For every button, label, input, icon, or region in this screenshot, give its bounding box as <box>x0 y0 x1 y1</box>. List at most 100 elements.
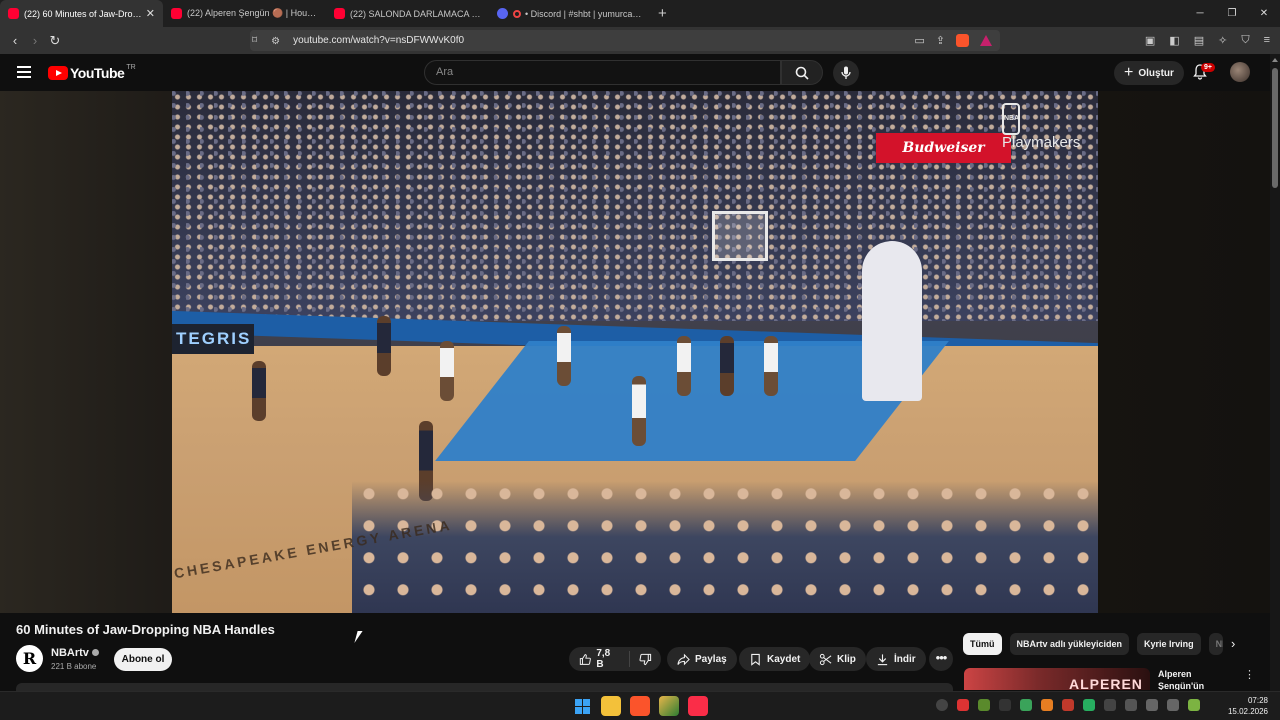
youtube-logo[interactable]: YouTube TR <box>48 64 136 81</box>
tab-title: (22) SALONDA DARLAMACA - YouTu <box>350 8 481 19</box>
menu-icon[interactable]: ≡ <box>1264 34 1270 47</box>
nba-logo-icon: NBA <box>1002 103 1020 135</box>
create-button[interactable]: + Oluştur <box>1114 61 1184 85</box>
share-button[interactable]: Paylaş <box>667 647 737 671</box>
bookmark-save-icon <box>751 653 760 666</box>
brave-rewards-icon[interactable] <box>980 35 992 46</box>
download-icon <box>877 653 888 665</box>
save-label: Kaydet <box>767 653 801 665</box>
extensions-icon[interactable]: ▤ <box>1194 34 1204 47</box>
volume-icon[interactable] <box>1167 699 1179 711</box>
restore-button[interactable]: ❐ <box>1216 0 1248 27</box>
scrollbar-thumb[interactable] <box>1272 68 1278 188</box>
subscriber-count: 221 B abone <box>51 662 97 671</box>
browser-tab-active[interactable]: (22) 60 Minutes of Jaw-Dropping ✕ <box>0 0 163 27</box>
video-player-area[interactable]: Budweiser NBA Playmakers TEGRIS CHESAPEA… <box>0 91 1280 613</box>
youtube-favicon-icon <box>334 8 345 19</box>
tray-app-icon[interactable] <box>1041 699 1053 711</box>
taskbar-clock[interactable]: 07:28 15.02.2026 <box>1226 695 1268 717</box>
wallet-icon[interactable]: ▣ <box>1145 34 1155 47</box>
player-figure <box>440 341 454 401</box>
brave-browser-icon[interactable] <box>630 696 650 716</box>
chip-kyrie-irving[interactable]: Kyrie Irving <box>1137 633 1201 655</box>
back-arrow-icon[interactable]: ‹ <box>5 33 25 48</box>
close-window-button[interactable]: ✕ <box>1248 0 1280 27</box>
microphone-icon <box>841 66 851 79</box>
browser-tab[interactable]: (22) SALONDA DARLAMACA - YouTu <box>326 0 489 27</box>
tray-app-icon[interactable] <box>999 699 1011 711</box>
clock-date: 15.02.2026 <box>1227 707 1268 716</box>
windows-start-icon[interactable] <box>572 696 592 716</box>
player-figure <box>252 361 266 421</box>
new-tab-button[interactable]: + <box>658 5 667 22</box>
tab-title: • Discord | #shbt | yumurcaklar <box>525 8 644 19</box>
chip-all[interactable]: Tümü <box>963 633 1002 655</box>
search-input[interactable]: Ara <box>424 60 781 85</box>
channel-name-text[interactable]: NBArtv <box>51 647 89 659</box>
url-text: youtube.com/watch?v=nsDFWWvK0f0 <box>293 35 465 46</box>
like-button[interactable]: 7,8 B <box>569 648 630 670</box>
more-actions-button[interactable]: ••• <box>929 647 953 671</box>
battery-icon[interactable] <box>1188 699 1200 711</box>
file-explorer-icon[interactable] <box>601 696 621 716</box>
channel-avatar[interactable]: R <box>16 645 43 672</box>
subscribe-button[interactable]: Abone ol <box>114 648 172 671</box>
tray-app-icon[interactable] <box>1104 699 1116 711</box>
description-box[interactable] <box>16 683 953 691</box>
account-avatar[interactable] <box>1230 62 1250 82</box>
tray-app-icon[interactable] <box>1083 699 1095 711</box>
tray-app-icon[interactable] <box>978 699 990 711</box>
suggested-video-thumbnail[interactable]: ALPEREN <box>964 668 1150 690</box>
dislike-button[interactable] <box>630 653 661 666</box>
forward-arrow-icon[interactable]: › <box>25 33 45 48</box>
browser-tab[interactable]: (22) Alperen Şengün 🟤 | Houston R <box>163 0 326 27</box>
vpn-shield-icon[interactable]: ⛉ <box>1241 34 1249 47</box>
sidebar-icon[interactable]: ◧ <box>1169 34 1179 47</box>
scroll-up-icon[interactable] <box>1272 58 1278 62</box>
player-figure <box>632 376 646 446</box>
chevron-right-icon[interactable]: › <box>1231 636 1235 651</box>
search-button[interactable] <box>781 60 823 85</box>
address-bar-row: ‹ › ↻ ⌑ ⚙ youtube.com/watch?v=nsDFWWvK0f… <box>0 27 1280 54</box>
verified-badge-icon <box>91 649 99 656</box>
like-count: 7,8 B <box>596 648 611 670</box>
browser-tab[interactable]: • Discord | #shbt | yumurcaklar <box>489 0 652 27</box>
url-field[interactable]: ⌑ ⚙ youtube.com/watch?v=nsDFWWvK0f0 ▭ ⇪ <box>250 30 1000 51</box>
microphone-tray-icon[interactable] <box>1125 699 1137 711</box>
chip-from-uploader[interactable]: NBArtv adlı yükleyiciden <box>1009 633 1130 655</box>
bookmark-icon[interactable]: ⌑ <box>252 35 257 46</box>
video-frame[interactable]: Budweiser NBA Playmakers TEGRIS CHESAPEA… <box>172 91 1098 613</box>
channel-name[interactable]: NBArtv <box>51 647 99 659</box>
tray-app-icon[interactable] <box>1062 699 1074 711</box>
create-label: Oluştur <box>1138 67 1174 79</box>
player-figure <box>764 336 778 396</box>
site-settings-icon[interactable]: ⚙ <box>271 36 281 47</box>
clock-time: 07:28 <box>1247 696 1268 705</box>
voice-search-button[interactable] <box>833 60 859 86</box>
music-app-icon[interactable] <box>688 696 708 716</box>
cast-icon[interactable]: ▭ <box>914 34 924 47</box>
download-button[interactable]: İndir <box>866 647 926 671</box>
suggested-video-title[interactable]: Alperen Şengün'ün Taraftarları <box>1158 668 1238 690</box>
network-icon[interactable] <box>1146 699 1158 711</box>
suggestion-menu-icon[interactable]: ⋮ <box>1244 668 1255 681</box>
brave-shields-icon[interactable] <box>956 34 969 47</box>
watermark-text: Playmakers <box>1002 134 1081 151</box>
share-page-icon[interactable]: ⇪ <box>936 34 945 47</box>
recording-indicator-icon <box>513 9 521 18</box>
tray-app-icon[interactable] <box>957 699 969 711</box>
chip-nba[interactable]: NBA <box>1208 633 1223 655</box>
page-scrollbar[interactable] <box>1270 54 1280 691</box>
game-launcher-icon[interactable] <box>659 696 679 716</box>
clip-button[interactable]: Klip <box>809 647 866 671</box>
leo-ai-icon[interactable]: ✧ <box>1218 34 1227 47</box>
os-taskbar: 07:28 15.02.2026 <box>0 691 1280 720</box>
minimize-button[interactable]: ─ <box>1184 0 1216 27</box>
share-arrow-icon <box>677 653 690 665</box>
save-button[interactable]: Kaydet <box>739 647 811 671</box>
reload-icon[interactable]: ↻ <box>45 33 65 49</box>
guide-menu-icon[interactable] <box>17 66 31 81</box>
tab-close-icon[interactable]: ✕ <box>146 7 155 20</box>
tray-app-icon[interactable] <box>1020 699 1032 711</box>
tray-app-icon[interactable] <box>936 699 948 711</box>
